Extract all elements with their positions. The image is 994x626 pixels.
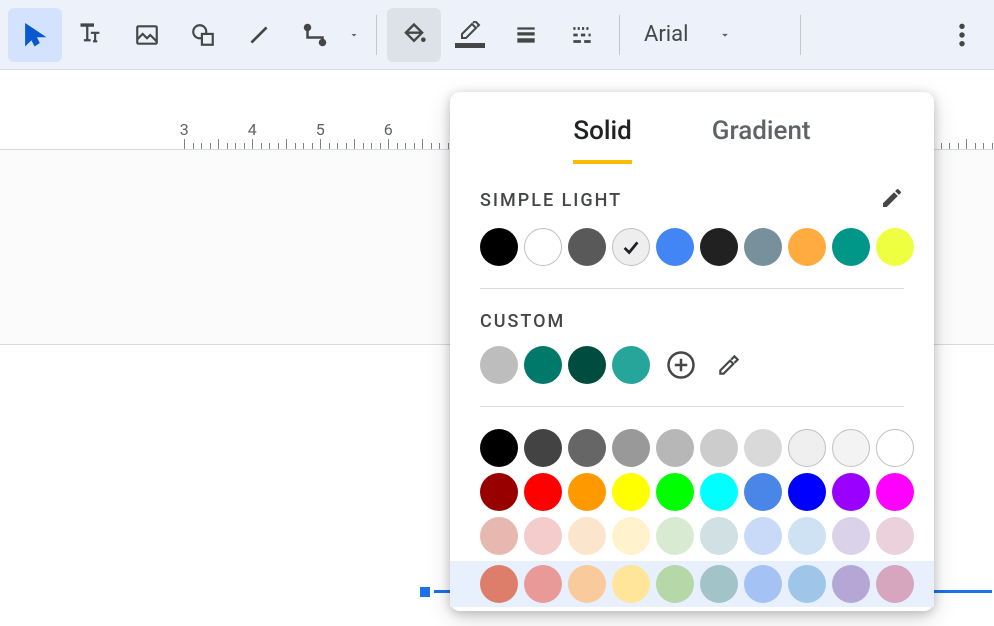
theme-swatch[interactable] (656, 228, 694, 266)
color-swatch[interactable] (480, 565, 518, 603)
theme-colors-label: SIMPLE LIGHT (480, 190, 622, 211)
color-swatch[interactable] (568, 429, 606, 467)
edit-theme-colors[interactable] (880, 186, 904, 214)
theme-swatch[interactable] (524, 228, 562, 266)
font-name-label: Arial (644, 22, 688, 47)
tab-gradient[interactable]: Gradient (712, 116, 811, 164)
theme-swatch[interactable] (568, 228, 606, 266)
selection-handle[interactable] (418, 585, 432, 599)
bright-swatches (480, 473, 904, 511)
select-tool[interactable] (8, 8, 62, 62)
color-swatch[interactable] (788, 473, 826, 511)
ruler-number: 4 (248, 120, 257, 139)
theme-swatch[interactable] (480, 228, 518, 266)
color-swatch[interactable] (480, 517, 518, 555)
separator (619, 15, 620, 55)
shape-tool[interactable] (176, 8, 230, 62)
theme-swatch[interactable] (612, 228, 650, 266)
color-swatch[interactable] (656, 517, 694, 555)
color-swatch[interactable] (656, 473, 694, 511)
color-swatch[interactable] (876, 517, 914, 555)
popup-tabs: Solid Gradient (450, 92, 934, 164)
color-swatch[interactable] (700, 473, 738, 511)
color-swatch[interactable] (656, 565, 694, 603)
gray-swatches (480, 429, 904, 467)
color-swatch[interactable] (744, 565, 782, 603)
divider (480, 406, 904, 407)
color-swatch[interactable] (612, 429, 650, 467)
color-swatch[interactable] (568, 473, 606, 511)
ruler-number: 5 (316, 120, 325, 139)
tab-solid[interactable]: Solid (573, 116, 631, 164)
connector-tool-group (288, 8, 366, 62)
color-swatch[interactable] (832, 473, 870, 511)
divider (480, 288, 904, 289)
custom-swatch[interactable] (568, 346, 606, 384)
color-swatch[interactable] (568, 565, 606, 603)
fill-color-popup: Solid Gradient SIMPLE LIGHT CUSTOM (450, 92, 934, 611)
font-selector[interactable]: Arial (630, 8, 790, 62)
color-swatch[interactable] (788, 429, 826, 467)
color-swatch[interactable] (832, 517, 870, 555)
toolbar: Arial (0, 0, 994, 70)
color-swatch[interactable] (524, 473, 562, 511)
line-tool[interactable] (232, 8, 286, 62)
color-swatch[interactable] (524, 429, 562, 467)
custom-swatch[interactable] (612, 346, 650, 384)
tint2-swatches (480, 565, 934, 603)
ruler-number: 3 (180, 120, 189, 139)
color-swatch[interactable] (700, 565, 738, 603)
theme-swatch[interactable] (700, 228, 738, 266)
connector-tool[interactable] (288, 8, 342, 62)
color-swatch[interactable] (524, 565, 562, 603)
color-swatch[interactable] (788, 517, 826, 555)
color-swatch[interactable] (876, 473, 914, 511)
chevron-down-icon (718, 28, 732, 42)
color-swatch[interactable] (480, 429, 518, 467)
border-color-tool[interactable] (443, 8, 497, 62)
color-swatch[interactable] (876, 565, 914, 603)
tint1-swatches (480, 517, 904, 555)
fill-color-tool[interactable] (387, 8, 441, 62)
color-swatch[interactable] (480, 473, 518, 511)
color-swatch[interactable] (832, 565, 870, 603)
color-swatch[interactable] (744, 429, 782, 467)
color-swatch[interactable] (700, 429, 738, 467)
color-swatch[interactable] (612, 473, 650, 511)
more-tools[interactable] (938, 8, 986, 62)
theme-swatch[interactable] (744, 228, 782, 266)
custom-swatches (480, 346, 904, 384)
custom-swatch[interactable] (524, 346, 562, 384)
eyedropper-tool[interactable] (710, 346, 748, 384)
separator (800, 15, 801, 55)
border-weight-tool[interactable] (499, 8, 553, 62)
theme-swatches (480, 228, 904, 266)
custom-colors-label: CUSTOM (480, 311, 565, 332)
theme-swatch[interactable] (788, 228, 826, 266)
separator (376, 15, 377, 55)
color-swatch[interactable] (656, 429, 694, 467)
color-swatch[interactable] (876, 429, 914, 467)
custom-swatch[interactable] (480, 346, 518, 384)
shape-tool-group (176, 8, 230, 62)
ruler-number: 6 (384, 120, 393, 139)
connector-dropdown[interactable] (342, 8, 366, 62)
color-swatch[interactable] (612, 565, 650, 603)
add-custom-color[interactable] (662, 346, 700, 384)
color-swatch[interactable] (700, 517, 738, 555)
color-swatch[interactable] (832, 429, 870, 467)
color-swatch[interactable] (612, 517, 650, 555)
image-tool[interactable] (120, 8, 174, 62)
color-swatch[interactable] (744, 517, 782, 555)
border-dash-tool[interactable] (555, 8, 609, 62)
color-swatch[interactable] (524, 517, 562, 555)
color-swatch[interactable] (568, 517, 606, 555)
theme-swatch[interactable] (876, 228, 914, 266)
color-swatch[interactable] (744, 473, 782, 511)
color-swatch[interactable] (788, 565, 826, 603)
textbox-tool[interactable] (64, 8, 118, 62)
theme-swatch[interactable] (832, 228, 870, 266)
